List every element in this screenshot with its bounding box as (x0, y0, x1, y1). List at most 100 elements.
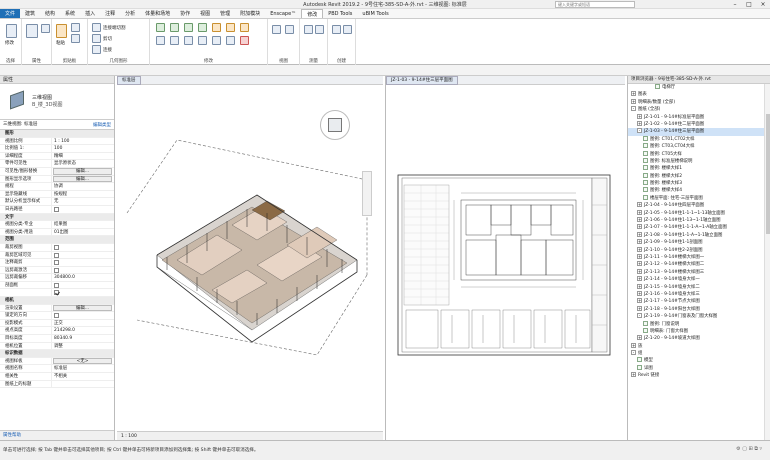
tab-3d-view[interactable]: 标准层 (117, 76, 141, 85)
browser-item[interactable]: + JZ-1-14 - 9-14#墙身大样一 (628, 276, 770, 283)
browser-item[interactable]: 电梯厅 (628, 84, 770, 91)
browser-item[interactable]: -组 (628, 350, 770, 357)
close-icon[interactable]: × (756, 0, 770, 9)
modify-cursor-icon[interactable] (6, 24, 17, 38)
offset-icon[interactable] (170, 23, 179, 32)
tab-12[interactable]: Enscape™ (265, 9, 301, 18)
dimension-icon[interactable] (315, 25, 324, 34)
expand-icon[interactable]: + (637, 290, 642, 296)
expand-icon[interactable]: + (637, 268, 642, 274)
property-value[interactable]: 调整 (52, 343, 114, 350)
override-graphics-icon[interactable] (285, 25, 294, 34)
property-edit-button[interactable]: 编辑... (53, 304, 112, 312)
tab-6[interactable]: 分析 (120, 9, 140, 18)
property-value[interactable] (52, 252, 114, 259)
property-edit-button[interactable]: 编辑... (53, 167, 112, 175)
browser-item[interactable]: 图例: CT05大样 (628, 150, 770, 158)
create-assembly-icon[interactable] (332, 25, 341, 34)
type-selector[interactable]: 三维视图 B_楼_3D视图 (0, 84, 114, 120)
browser-item[interactable]: + JZ-1-15 - 9-14#墙身大样二 (628, 283, 770, 291)
collapse-icon[interactable]: - (631, 106, 636, 112)
tab-4[interactable]: 插入 (80, 9, 100, 18)
tab-1[interactable]: 建筑 (20, 9, 40, 18)
browser-item[interactable]: + 明细表/数量 (全部) (628, 98, 770, 106)
expand-icon[interactable]: + (637, 120, 642, 126)
browser-item[interactable]: + Revit 链接 (628, 372, 770, 379)
mirror-draw-icon[interactable] (198, 23, 207, 32)
property-value[interactable]: 按规程 (52, 191, 114, 198)
view-scale[interactable]: 1 : 100 (121, 434, 137, 439)
cope-icon[interactable] (92, 23, 101, 32)
property-value[interactable]: 1 : 100 (52, 138, 114, 145)
browser-item[interactable]: + JZ-1-12 - 9-14#楼梯大样图二 (628, 261, 770, 268)
property-value[interactable]: 编辑... (52, 304, 114, 312)
property-edit-button[interactable]: 编辑... (53, 175, 112, 183)
property-checkbox[interactable] (54, 260, 59, 266)
property-value[interactable] (52, 267, 114, 274)
properties-help-link[interactable]: 属性帮助 (0, 430, 114, 440)
tab-8[interactable]: 协作 (175, 9, 195, 18)
minimize-icon[interactable]: – (728, 0, 742, 9)
expand-icon[interactable]: + (637, 113, 642, 119)
properties-icon[interactable] (26, 24, 38, 38)
browser-item[interactable]: + JZ-1-04 - 9-14#住四层平面图 (628, 202, 770, 209)
property-value[interactable]: 无 (52, 198, 114, 205)
expand-icon[interactable]: + (637, 224, 642, 230)
property-checkbox[interactable] (54, 206, 59, 212)
property-value[interactable]: 编辑... (52, 167, 114, 175)
browser-item[interactable]: 图例: CT03,CT04大样 (628, 143, 770, 150)
browser-item[interactable]: + JZ-1-11 - 9-14#楼梯大样图一 (628, 253, 770, 261)
browser-item[interactable]: + JZ-1-08 - 9-14#住1-1-A~1-1轴立面图 (628, 231, 770, 239)
collapse-icon[interactable]: - (637, 313, 642, 319)
property-checkbox[interactable] (54, 290, 59, 296)
property-checkbox[interactable] (54, 244, 59, 250)
tab-0[interactable]: 文件 (0, 9, 21, 18)
tab-3[interactable]: 系统 (60, 9, 80, 18)
expand-icon[interactable]: + (637, 298, 642, 304)
browser-item[interactable]: + JZ-1-09 - 9-14#住1-1剖面图 (628, 239, 770, 246)
browser-item[interactable]: 图例: 楼梯大样2 (628, 172, 770, 180)
type-properties-icon[interactable] (41, 24, 50, 33)
property-value[interactable] (52, 206, 114, 213)
viewcube-icon[interactable] (320, 110, 350, 140)
property-value[interactable] (52, 381, 114, 388)
browser-item[interactable]: + JZ-1-10 - 9-14#住2-2剖面图 (628, 246, 770, 254)
copy-element-icon[interactable] (226, 23, 235, 32)
browser-item[interactable]: - 图纸 (全部) (628, 106, 770, 113)
property-value[interactable]: 不相关 (52, 373, 114, 380)
property-value[interactable]: 标准层 (52, 365, 114, 372)
tab-7[interactable]: 体量和场地 (140, 9, 175, 18)
move-icon[interactable] (212, 23, 221, 32)
property-value[interactable] (52, 244, 114, 251)
unpin-icon[interactable] (226, 36, 235, 45)
pin-icon[interactable] (212, 36, 221, 45)
maximize-icon[interactable]: □ (742, 0, 756, 9)
mirror-axis-icon[interactable] (184, 23, 193, 32)
property-edit-button[interactable]: <无> (53, 357, 112, 365)
tab-11[interactable]: 附加模块 (235, 9, 265, 18)
expand-icon[interactable]: + (637, 305, 642, 311)
scale-icon[interactable] (198, 36, 207, 45)
property-value[interactable]: <无> (52, 357, 114, 365)
browser-item[interactable]: - JZ-1-19 - 9-14#门窗表及门窗大样图 (628, 313, 770, 320)
browser-item[interactable]: 图例: 楼梯大样4 (628, 187, 770, 194)
property-value[interactable]: 214298.0 (52, 327, 114, 334)
browser-item[interactable]: + JZ-1-05 - 9-14#住1-1-1~1-13轴立面图 (628, 209, 770, 217)
scrollbar-thumb[interactable] (766, 114, 770, 234)
tab-2[interactable]: 结构 (40, 9, 60, 18)
browser-item[interactable]: 图例: CT01,CT02大样 (628, 135, 770, 143)
expand-icon[interactable]: + (637, 283, 642, 289)
browser-item[interactable]: + JZ-1-17 - 9-14#节点大样图 (628, 298, 770, 305)
browser-scrollbar[interactable] (764, 84, 770, 440)
expand-icon[interactable]: + (637, 231, 642, 237)
paste-icon[interactable] (56, 24, 67, 38)
browser-item[interactable]: + JZ-1-06 - 9-14#住1-13~1-1轴立面图 (628, 217, 770, 224)
tab-5[interactable]: 注释 (100, 9, 120, 18)
browser-item[interactable]: 图例: 标准层楼梯说明 (628, 157, 770, 165)
navigation-bar[interactable] (362, 171, 372, 216)
property-section[interactable]: 相机 (0, 297, 114, 305)
search-input[interactable]: 键入关键字或短语 (555, 1, 635, 8)
3d-view-window[interactable]: 标准层 1: 100 (117, 76, 383, 440)
browser-item[interactable]: + JZ-1-13 - 9-14#楼梯大样图三 (628, 268, 770, 276)
instance-filter[interactable]: 三维视图: 标准层 编辑类型 (0, 120, 114, 130)
